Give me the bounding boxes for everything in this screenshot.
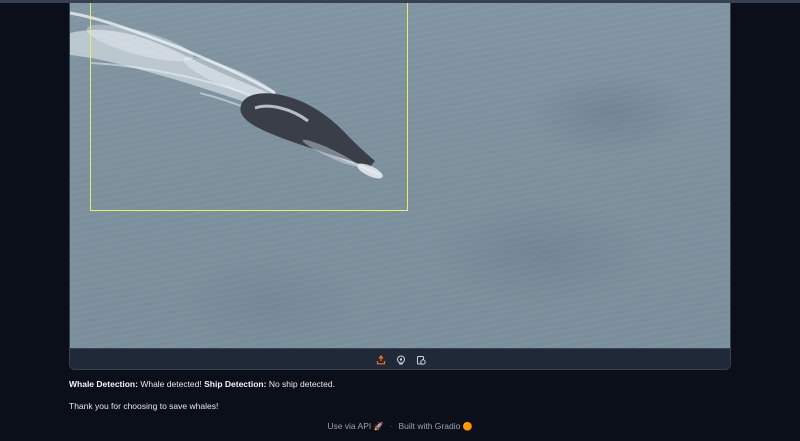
download-button[interactable] — [374, 353, 388, 367]
share-icon — [396, 355, 405, 364]
image-toolbar — [70, 348, 730, 369]
built-with-gradio-label: Built with Gradio — [398, 421, 461, 431]
image-output-panel — [69, 3, 731, 370]
share-button[interactable] — [394, 353, 408, 367]
gradio-logo-icon: 🟠 — [462, 422, 473, 431]
whale-detection-label: Whale Detection: — [69, 379, 138, 389]
rocket-icon: 🚀 — [373, 422, 384, 431]
footer: Use via API 🚀 · Built with Gradio 🟠 — [0, 421, 800, 431]
footer-separator: · — [389, 421, 393, 431]
whale-bounding-box — [90, 3, 408, 211]
ship-detection-value: No ship detected. — [266, 379, 335, 389]
whale-detection-value: Whale detected! — [137, 379, 205, 389]
ship-detection-label: Ship Detection: — [204, 379, 267, 389]
clear-icon — [416, 355, 426, 365]
thank-you-message: Thank you for choosing to save whales! — [69, 401, 219, 411]
download-icon — [376, 354, 385, 364]
clear-button[interactable] — [414, 353, 428, 367]
detection-result: Whale Detection: Whale detected! Ship De… — [69, 379, 335, 389]
detection-image — [70, 3, 730, 348]
use-via-api-label: Use via API — [327, 421, 372, 431]
built-with-gradio-link[interactable]: Built with Gradio 🟠 — [398, 421, 472, 431]
use-via-api-link[interactable]: Use via API 🚀 — [327, 421, 383, 431]
